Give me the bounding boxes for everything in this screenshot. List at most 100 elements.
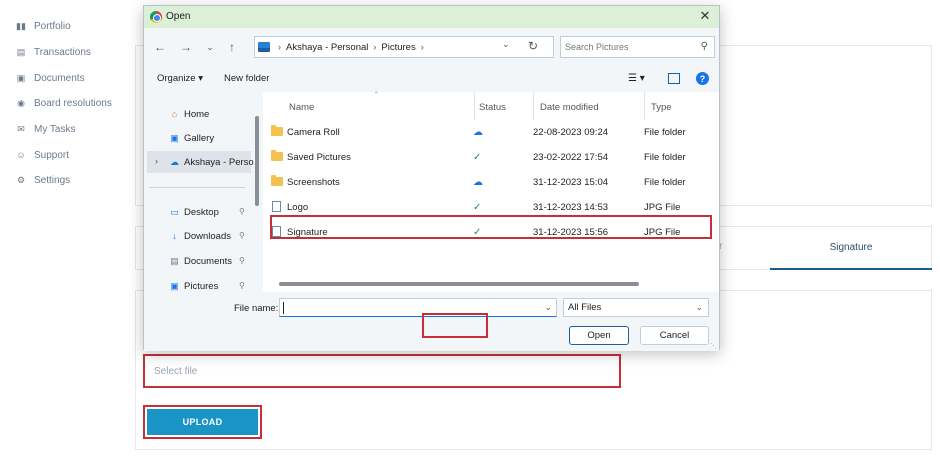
file-row-logo[interactable]: Logo ✓ 31-12-2023 14:53 JPG File	[271, 197, 703, 217]
open-button-highlight	[422, 313, 488, 338]
sidebar-item-my-tasks[interactable]: ✉ My Tasks	[16, 120, 75, 138]
clipboard-icon: ▤	[16, 46, 26, 57]
expand-chevron-icon[interactable]: ›	[155, 156, 158, 166]
file-type: JPG File	[644, 201, 681, 213]
search-icon: ⚲	[700, 41, 708, 52]
sidebar-item-label: Board resolutions	[34, 97, 112, 109]
sidebar-item-documents[interactable]: ▣ Documents	[16, 69, 85, 87]
cancel-button[interactable]: Cancel	[640, 326, 709, 345]
sidebar-item-transactions[interactable]: ▤ Transactions	[16, 43, 91, 61]
folder-icon	[271, 150, 283, 161]
sidebar-item-support[interactable]: ☺ Support	[16, 146, 69, 164]
pin-icon[interactable]: ⚲	[239, 281, 245, 290]
nav-onedrive-label: Akshaya - Perso	[184, 156, 254, 168]
column-date-modified[interactable]: Date modified	[540, 102, 599, 113]
address-dropdown-icon[interactable]: ⌄	[502, 39, 510, 50]
tab-signature[interactable]: Signature	[770, 226, 932, 270]
new-folder-button[interactable]: New folder	[224, 73, 269, 84]
open-button-label: Open	[587, 330, 611, 341]
chrome-icon	[150, 11, 162, 23]
gavel-icon: ◉	[17, 97, 25, 108]
chevron-down-icon: ⌄	[695, 302, 703, 312]
file-name-label: File name:	[234, 303, 279, 314]
back-arrow-icon[interactable]: ←	[152, 39, 168, 55]
dialog-nav-row: ← → ⌄ ↑ › Akshaya - Personal › Pictures …	[144, 28, 719, 66]
select-file-placeholder: Select file	[154, 365, 198, 377]
sort-up-icon: ˆ	[375, 91, 378, 100]
column-type[interactable]: Type	[651, 102, 672, 113]
home-icon: ⌂	[171, 109, 178, 119]
sidebar-item-board-resolutions[interactable]: ◉ Board resolutions	[16, 94, 112, 112]
select-file-input[interactable]: Select file	[143, 354, 621, 388]
sidebar-item-label: Portfolio	[34, 20, 71, 32]
search-input[interactable]: Search Pictures ⚲	[560, 36, 715, 58]
close-icon[interactable]: ✕	[697, 8, 713, 24]
sidebar-item-label: Documents	[34, 72, 85, 84]
breadcrumb-separator-icon: ›	[420, 42, 424, 52]
nav-onedrive[interactable]: ☁ Akshaya - Perso	[169, 154, 254, 170]
file-type: File folder	[644, 126, 686, 138]
nav-pictures-label: Pictures	[184, 280, 219, 292]
nav-downloads[interactable]: ↓ Downloads	[169, 228, 231, 244]
file-type: File folder	[644, 151, 686, 163]
file-row-saved-pictures[interactable]: Saved Pictures ✓ 23-02-2022 17:54 File f…	[271, 147, 703, 167]
file-row-camera-roll[interactable]: Camera Roll ☁ 22-08-2023 09:24 File fold…	[271, 122, 703, 142]
signature-row-highlight	[270, 215, 712, 239]
file-row-screenshots[interactable]: Screenshots ☁ 31-12-2023 15:04 File fold…	[271, 172, 703, 192]
view-menu-icon[interactable]: ☰ ▾	[628, 73, 645, 84]
file-name: Saved Pictures	[287, 151, 351, 163]
breadcrumb-item[interactable]: Pictures	[381, 42, 415, 53]
file-type-filter[interactable]: All Files ⌄	[563, 298, 709, 317]
nav-desktop-label: Desktop	[184, 206, 219, 218]
sidebar-item-label: Support	[34, 149, 70, 161]
breadcrumb-separator-icon: ›	[373, 42, 377, 52]
file-name: Camera Roll	[287, 126, 340, 138]
resize-grip-icon[interactable]: ⋱	[710, 342, 717, 350]
support-icon: ☺	[16, 149, 26, 160]
search-placeholder: Search Pictures	[565, 42, 629, 52]
navigation-pane: ⌂ Home ▣ Gallery › ☁ Akshaya - Perso ▭ D…	[144, 92, 262, 292]
open-button[interactable]: Open	[569, 326, 629, 345]
nav-downloads-label: Downloads	[184, 230, 231, 242]
forward-arrow-icon[interactable]: →	[178, 39, 194, 55]
help-icon[interactable]: ?	[696, 72, 709, 85]
sidebar-item-settings[interactable]: ⚙ Settings	[16, 171, 70, 189]
file-date: 22-08-2023 09:24	[533, 126, 609, 138]
new-folder-label: New folder	[224, 73, 270, 84]
document-icon: ▣	[16, 72, 26, 83]
file-name-dropdown-icon[interactable]: ⌄	[544, 302, 552, 313]
upload-button-label: UPLOAD	[182, 417, 223, 427]
image-file-icon	[272, 201, 281, 212]
preview-pane-icon[interactable]	[668, 73, 680, 84]
organize-button[interactable]: Organize ▾	[157, 73, 203, 84]
gear-icon: ⚙	[16, 174, 26, 185]
pin-icon[interactable]: ⚲	[239, 207, 245, 216]
up-arrow-icon[interactable]: ↑	[224, 39, 240, 55]
cloud-icon: ☁	[170, 156, 179, 167]
portfolio-icon: ▮▮	[16, 20, 26, 31]
synced-check-icon: ✓	[473, 151, 482, 163]
file-date: 31-12-2023 15:04	[533, 176, 609, 188]
organize-label: Organize	[157, 73, 196, 84]
nav-scrollbar[interactable]	[255, 116, 259, 206]
nav-home[interactable]: ⌂ Home	[169, 106, 210, 122]
file-list-pane: ˆ Name Status Date modified Type Camera …	[263, 91, 719, 292]
pin-icon[interactable]: ⚲	[239, 256, 245, 265]
file-name: Logo	[287, 201, 309, 213]
upload-button[interactable]: UPLOAD	[147, 409, 258, 435]
sidebar-item-label: Settings	[34, 174, 71, 186]
breadcrumb-item[interactable]: Akshaya - Personal	[286, 42, 368, 53]
refresh-icon[interactable]: ↻	[528, 39, 538, 53]
pin-icon[interactable]: ⚲	[239, 231, 245, 240]
envelope-icon: ✉	[17, 123, 25, 134]
nav-gallery[interactable]: ▣ Gallery	[169, 130, 214, 146]
column-name[interactable]: Name	[289, 102, 314, 113]
column-status[interactable]: Status	[479, 102, 506, 113]
nav-desktop[interactable]: ▭ Desktop	[169, 204, 219, 220]
file-name-input[interactable]: ⌄	[279, 298, 557, 317]
nav-documents[interactable]: ▤ Documents	[169, 253, 232, 269]
recent-chevron-icon[interactable]: ⌄	[202, 39, 218, 55]
download-icon: ↓	[172, 231, 177, 241]
file-list-scrollbar[interactable]	[279, 282, 639, 286]
sidebar-item-portfolio[interactable]: ▮▮ Portfolio	[16, 17, 71, 35]
